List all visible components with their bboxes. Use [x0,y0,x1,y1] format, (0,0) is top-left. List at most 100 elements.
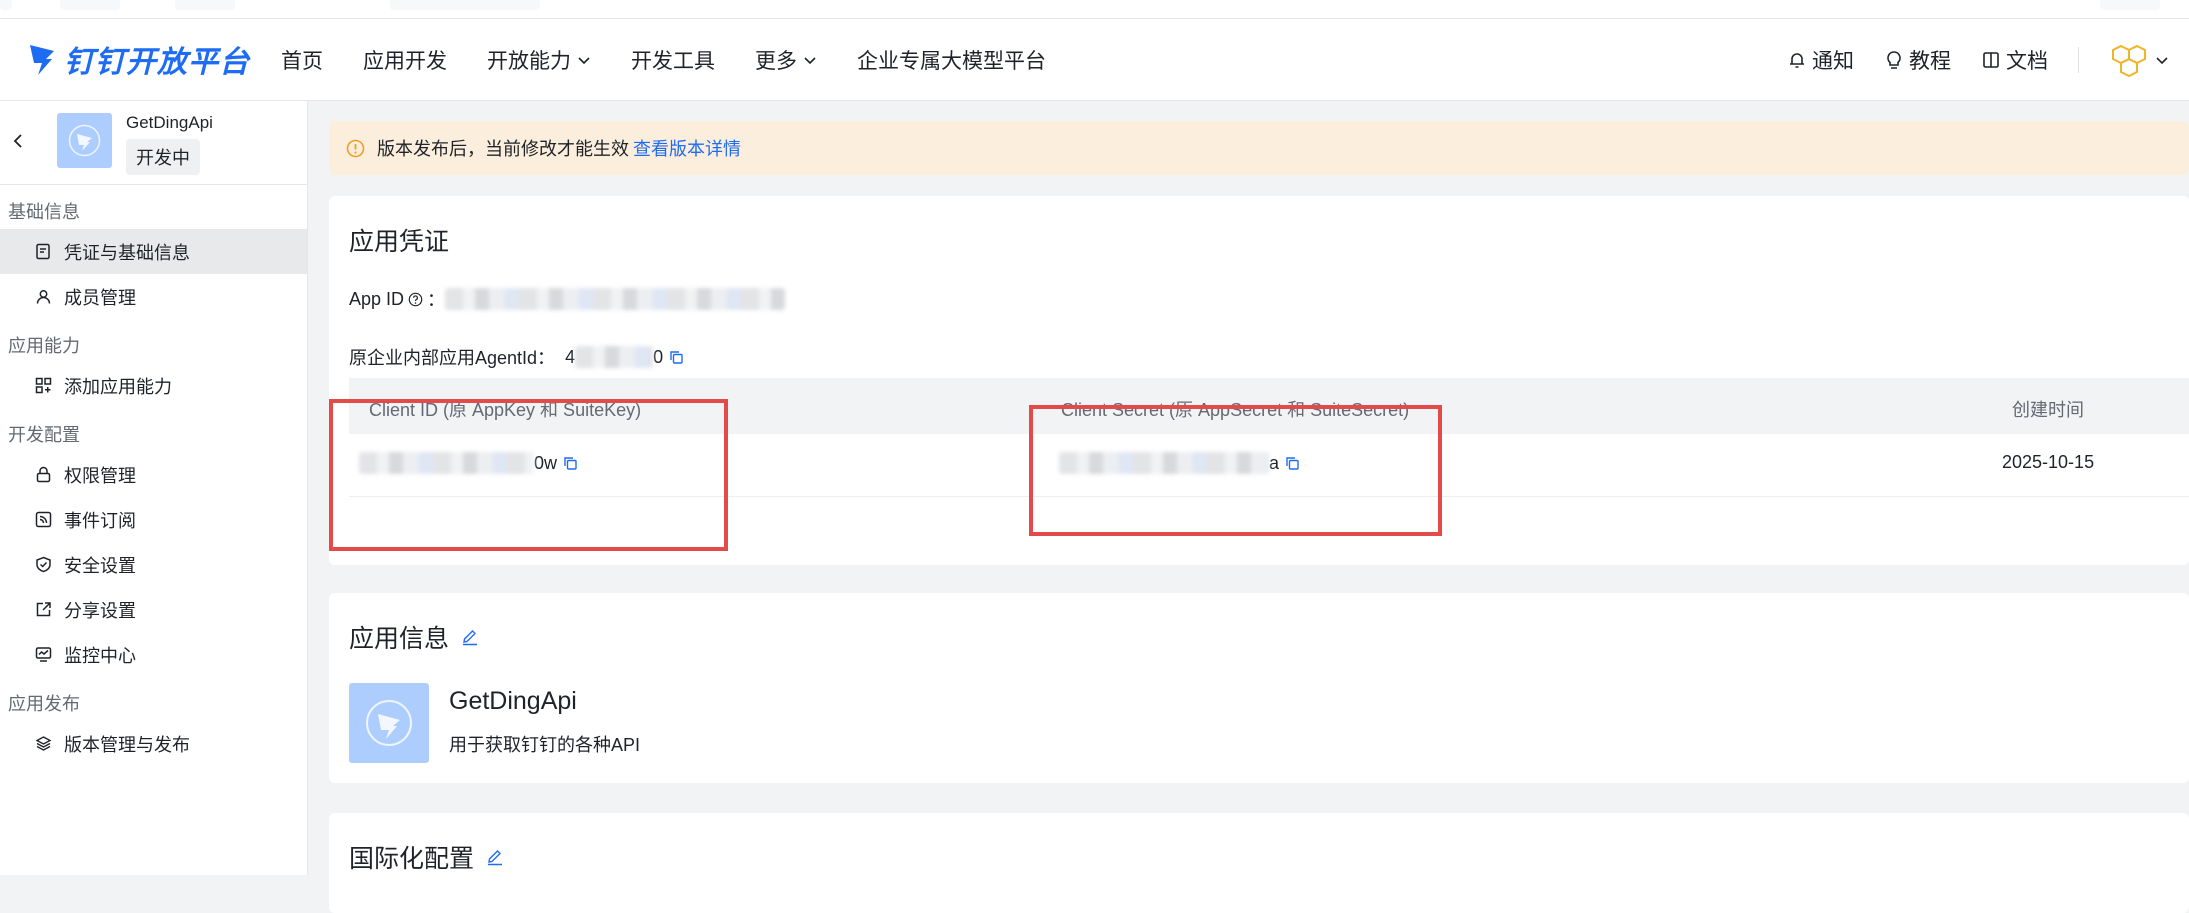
nav-more[interactable]: 更多 [755,45,817,75]
notify-label: 通知 [1812,49,1854,73]
browser-tab[interactable] [60,0,120,10]
layers-icon [35,736,52,751]
brand-logo[interactable]: 钉钉开放平台 [28,39,250,79]
user-icon [36,290,51,304]
nav-dev-tools[interactable]: 开发工具 [631,45,715,75]
i18n-config-card: 国际化配置 [329,813,2189,913]
docs-label: 文档 [2006,49,2048,73]
app-info-card: 应用信息 GetDingApi 用于获取钉钉的各种API [329,593,2189,783]
sidebar-item-label: 权限管理 [64,465,136,486]
agent-id-suffix: 0 [653,346,664,367]
nav-enterprise-llm-label: 企业专属大模型平台 [857,49,1046,73]
banner-text: 版本发布后，当前修改才能生效 [377,139,629,159]
brand-name: 钉钉开放平台 [64,46,250,79]
browser-tab[interactable] [0,0,12,10]
nav-home-label: 首页 [281,49,323,73]
app-info-thumbnail [349,683,429,763]
sidebar: GetDingApi 开发中 基础信息 凭证与基础信息 成员管理 应用能力 添加… [0,101,308,875]
created-time-header: 创建时间 [2012,400,2084,420]
tutorial-label: 教程 [1909,49,1951,73]
sidebar-item-share[interactable]: 分享设置 [0,587,307,632]
nav-more-label: 更多 [755,49,797,73]
sidebar-group-release: 应用发布 [8,694,80,714]
grid-add-icon [35,377,52,394]
sidebar-item-label: 事件订阅 [64,510,136,531]
edit-icon[interactable] [461,628,479,646]
credentials-title: 应用凭证 [349,222,449,258]
sidebar-item-label: 凭证与基础信息 [64,242,190,263]
app-id-row: App ID ： [349,286,786,312]
agent-id-label: 原企业内部应用AgentId： [349,348,556,368]
nav-divider [2078,46,2079,73]
created-time-cell: 2025-10-15 [2002,452,2095,472]
nav-home[interactable]: 首页 [281,45,323,75]
share-icon [36,602,51,617]
agent-id-prefix: 4 [565,346,576,367]
nav-dev-tools-label: 开发工具 [631,49,715,73]
monitor-icon [35,647,52,662]
lightbulb-icon [1887,50,1901,69]
rss-icon [35,511,52,528]
app-id-value-redacted [445,288,786,310]
org-switcher[interactable] [2109,42,2169,78]
top-navigation: 钉钉开放平台 首页 应用开发 开放能力 开发工具 更多 企业专属大模型平台 通知… [0,19,2189,101]
sidebar-item-label: 分享设置 [64,600,136,621]
sidebar-item-add-capability[interactable]: 添加应用能力 [0,363,307,408]
app-header: GetDingApi 开发中 [0,101,307,185]
app-logo-icon [366,700,412,746]
sidebar-item-version-release[interactable]: 版本管理与发布 [0,721,307,766]
sidebar-item-credentials[interactable]: 凭证与基础信息 [0,229,307,274]
sidebar-item-label: 添加应用能力 [64,376,172,397]
nav-open-capabilities[interactable]: 开放能力 [487,45,591,75]
help-icon[interactable] [408,292,423,307]
main-nav: 首页 应用开发 开放能力 开发工具 更多 企业专属大模型平台 [281,19,1086,100]
browser-tab[interactable] [2100,0,2160,10]
shield-icon [36,556,51,573]
app-info-title-text: 应用信息 [349,625,450,653]
app-id-label: App ID [349,288,405,309]
app-logo-icon [68,124,101,157]
app-thumbnail [57,113,112,168]
browser-tab[interactable] [175,0,235,10]
i18n-title-text: 国际化配置 [349,845,475,873]
dingtalk-logo-icon [30,45,54,75]
lock-icon [36,466,51,483]
docs-button[interactable]: 文档 [1981,45,2048,75]
sidebar-item-event-subscription[interactable]: 事件订阅 [0,497,307,542]
sidebar-item-label: 监控中心 [64,645,136,666]
highlight-box-client-id [329,399,728,551]
sidebar-item-permissions[interactable]: 权限管理 [0,452,307,497]
bell-icon [1790,52,1804,68]
app-info-description: 用于获取钉钉的各种API [449,735,641,755]
sidebar-item-label: 成员管理 [64,287,136,308]
app-id-colon: ： [427,290,446,310]
chevron-down-icon [578,56,590,64]
tutorial-button[interactable]: 教程 [1884,45,1951,75]
sidebar-item-label: 版本管理与发布 [64,734,190,755]
credential-icon [36,243,50,260]
app-info-title: 应用信息 [349,619,479,655]
info-circle-icon [346,139,365,157]
browser-tab[interactable] [390,0,540,10]
edit-icon[interactable] [486,848,504,866]
sidebar-item-monitor[interactable]: 监控中心 [0,632,307,677]
nav-open-capabilities-label: 开放能力 [487,49,571,73]
nav-enterprise-llm[interactable]: 企业专属大模型平台 [857,45,1046,75]
sidebar-group-capabilities: 应用能力 [8,336,80,356]
copy-icon[interactable] [669,350,684,365]
view-version-details-link[interactable]: 查看版本详情 [633,135,741,161]
nav-app-dev-label: 应用开发 [363,49,447,73]
version-notice-banner: 版本发布后，当前修改才能生效 查看版本详情 [329,121,2189,175]
sidebar-item-security[interactable]: 安全设置 [0,542,307,587]
agent-id-row: 原企业内部应用AgentId： 4 0 [349,344,684,370]
app-status-badge: 开发中 [126,139,200,175]
browser-tab-strip [0,0,2189,19]
credentials-title-text: 应用凭证 [349,228,450,256]
org-avatar-icon [2112,44,2146,77]
nav-app-dev[interactable]: 应用开发 [363,45,447,75]
back-arrow-icon[interactable] [10,131,26,151]
notify-button[interactable]: 通知 [1787,45,1854,75]
sidebar-item-members[interactable]: 成员管理 [0,274,307,319]
sidebar-group-dev-config: 开发配置 [8,425,80,445]
chevron-down-icon [804,56,816,64]
